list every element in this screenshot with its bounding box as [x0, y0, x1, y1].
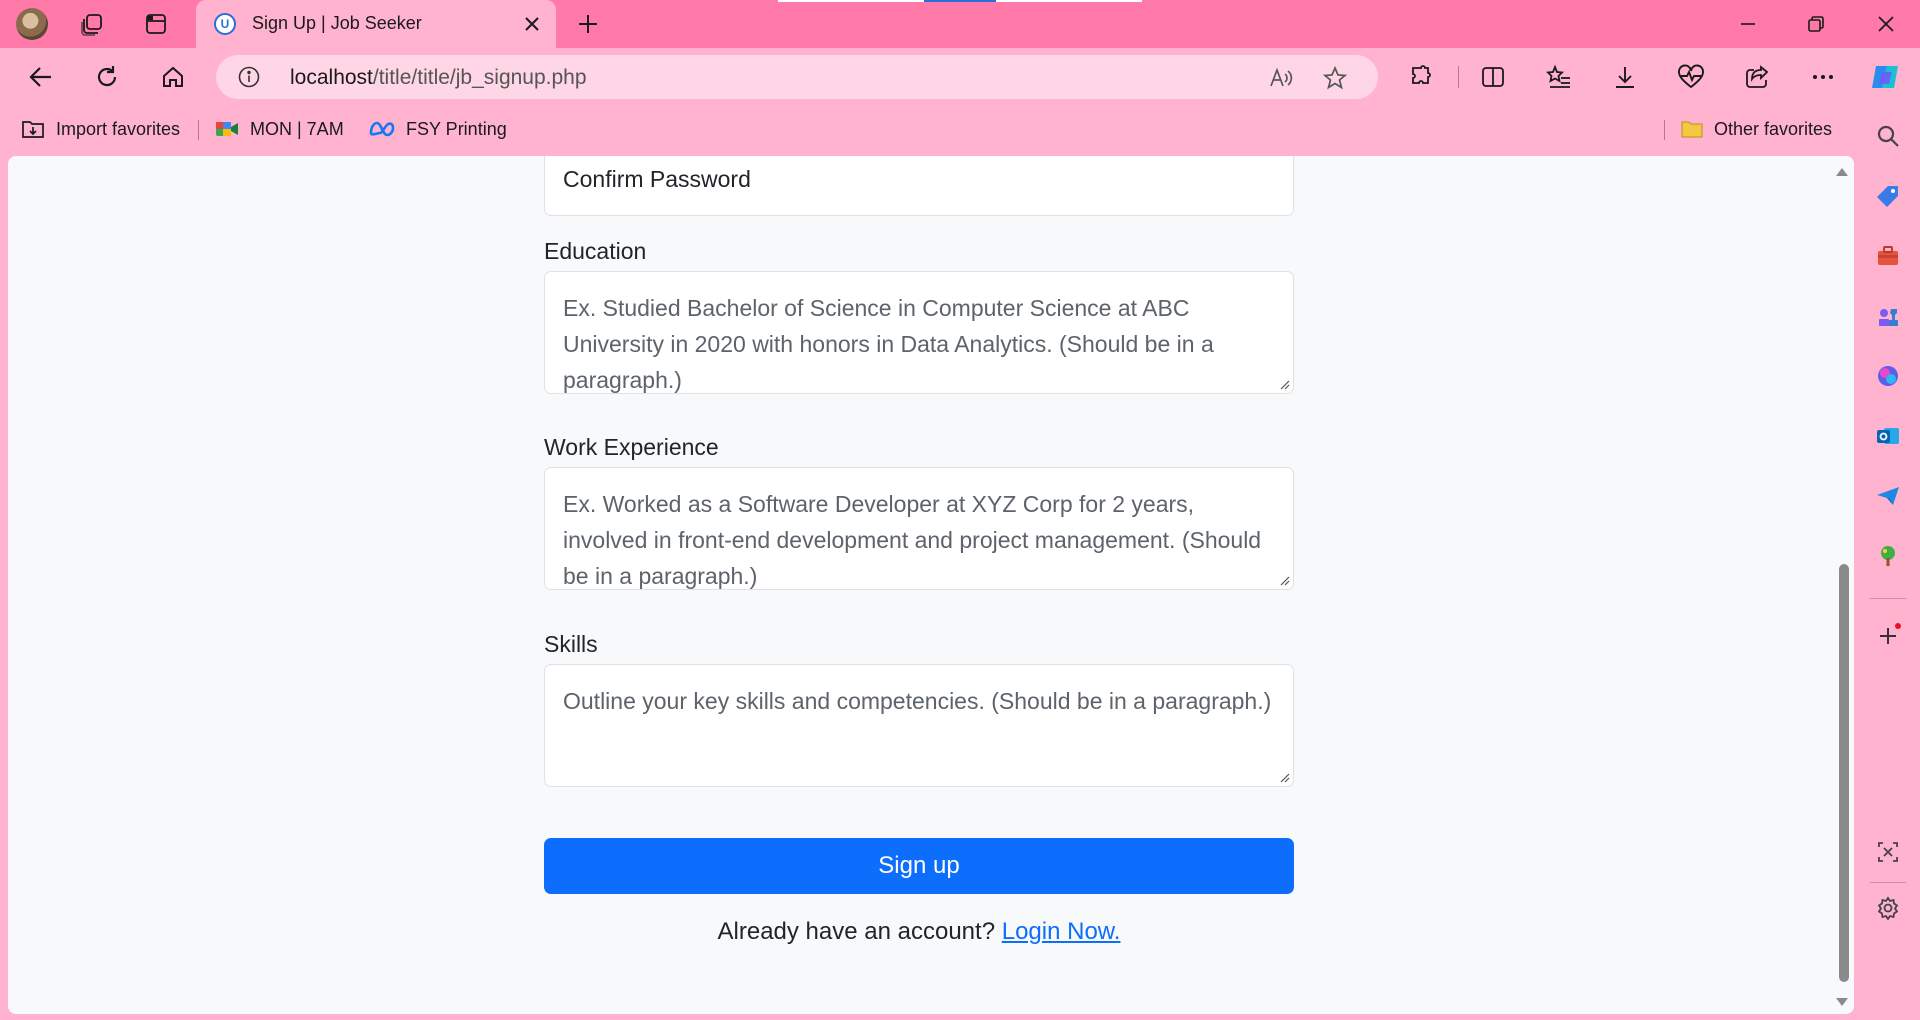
minimize-icon[interactable] — [1732, 8, 1764, 40]
settings-gear-icon[interactable] — [1872, 892, 1904, 924]
close-window-icon[interactable] — [1870, 8, 1902, 40]
outlook-icon[interactable] — [1872, 420, 1904, 452]
copilot-icon[interactable] — [1868, 60, 1902, 94]
search-icon[interactable] — [1872, 120, 1904, 152]
work-experience-placeholder: Ex. Worked as a Software Developer at XY… — [563, 491, 1262, 589]
more-options-icon[interactable] — [1806, 60, 1840, 94]
confirm-password-input[interactable]: Confirm Password — [544, 156, 1294, 216]
tab-title: Sign Up | Job Seeker — [252, 13, 422, 33]
skills-placeholder: Outline your key skills and competencies… — [563, 688, 1272, 714]
favorites-list-icon[interactable] — [1542, 60, 1576, 94]
education-textarea[interactable]: Ex. Studied Bachelor of Science in Compu… — [544, 271, 1294, 394]
favorite-import-favorites[interactable]: Import favorites — [20, 116, 180, 142]
tab-sign-up[interactable]: U Sign Up | Job Seeker — [196, 0, 556, 48]
close-tab-icon[interactable] — [522, 14, 542, 34]
scrollbar-thumb[interactable] — [1839, 564, 1849, 982]
new-tab-plus-icon[interactable] — [572, 8, 604, 40]
page-viewport: Confirm Password Education Ex. Studied B… — [8, 156, 1854, 1014]
vertical-tabs-icon[interactable] — [140, 8, 172, 40]
browser-tab-bar: U Sign Up | Job Seeker — [0, 0, 1920, 48]
address-bar[interactable]: localhost/title/title/jb_signup.php — [216, 55, 1378, 99]
other-favorites-folder[interactable]: Other favorites — [1680, 116, 1832, 142]
resize-grip-icon[interactable] — [1278, 574, 1290, 586]
signup-button[interactable]: Sign up — [544, 838, 1294, 894]
skills-textarea[interactable]: Outline your key skills and competencies… — [544, 664, 1294, 787]
favorite-mon-7am[interactable]: MON | 7AM — [214, 116, 344, 142]
confirm-password-placeholder: Confirm Password — [563, 166, 751, 192]
games-chess-icon[interactable] — [1872, 300, 1904, 332]
meta-icon — [368, 120, 396, 138]
site-favicon-icon: U — [214, 13, 236, 35]
import-favorites-icon — [20, 117, 46, 141]
edge-sidebar — [1856, 104, 1920, 1020]
favorites-bar: Import favorites MON | 7AM FSY Printing … — [0, 104, 1860, 154]
scroll-down-arrow-icon[interactable] — [1836, 998, 1848, 1006]
split-screen-icon[interactable] — [1476, 60, 1510, 94]
folder-icon — [1680, 118, 1704, 140]
browser-essentials-icon[interactable] — [1674, 60, 1708, 94]
education-placeholder: Ex. Studied Bachelor of Science in Compu… — [563, 295, 1214, 393]
tree-app-icon[interactable] — [1872, 540, 1904, 572]
favorite-fsy-printing[interactable]: FSY Printing — [368, 116, 507, 142]
tab-drag-indicator — [778, 0, 1142, 2]
screenshot-capture-icon[interactable] — [1872, 836, 1904, 868]
add-sidebar-app-icon[interactable] — [1872, 620, 1904, 652]
share-icon[interactable] — [1740, 60, 1774, 94]
google-meet-icon — [214, 118, 240, 140]
home-icon[interactable] — [156, 60, 190, 94]
restore-icon[interactable] — [1800, 8, 1832, 40]
extensions-icon[interactable] — [1404, 60, 1438, 94]
downloads-icon[interactable] — [1608, 60, 1642, 94]
resize-grip-icon[interactable] — [1278, 771, 1290, 783]
work-experience-textarea[interactable]: Ex. Worked as a Software Developer at XY… — [544, 467, 1294, 590]
microsoft-365-icon[interactable] — [1872, 360, 1904, 392]
browser-toolbar: localhost/title/title/jb_signup.php — [0, 48, 1920, 104]
login-now-link[interactable]: Login Now. — [1002, 918, 1121, 945]
site-info-icon[interactable] — [238, 66, 260, 88]
education-label: Education — [544, 238, 647, 264]
work-experience-label: Work Experience — [544, 434, 719, 460]
tools-briefcase-icon[interactable] — [1872, 240, 1904, 272]
read-aloud-icon[interactable] — [1268, 65, 1294, 91]
send-telegram-icon[interactable] — [1872, 480, 1904, 512]
login-prompt: Already have an account? Login Now. — [544, 918, 1294, 946]
profile-avatar[interactable] — [16, 8, 48, 40]
shopping-tag-icon[interactable] — [1872, 180, 1904, 212]
scroll-up-arrow-icon[interactable] — [1836, 168, 1848, 176]
page-scrollbar[interactable] — [1832, 156, 1854, 1014]
favorite-star-icon[interactable] — [1322, 65, 1348, 91]
back-arrow-icon[interactable] — [24, 60, 58, 94]
login-prompt-text: Already have an account? — [717, 918, 996, 945]
skills-label: Skills — [544, 631, 598, 657]
workspaces-icon[interactable] — [76, 8, 108, 40]
refresh-icon[interactable] — [90, 60, 124, 94]
resize-grip-icon[interactable] — [1278, 378, 1290, 390]
url-text[interactable]: localhost/title/title/jb_signup.php — [290, 66, 587, 90]
